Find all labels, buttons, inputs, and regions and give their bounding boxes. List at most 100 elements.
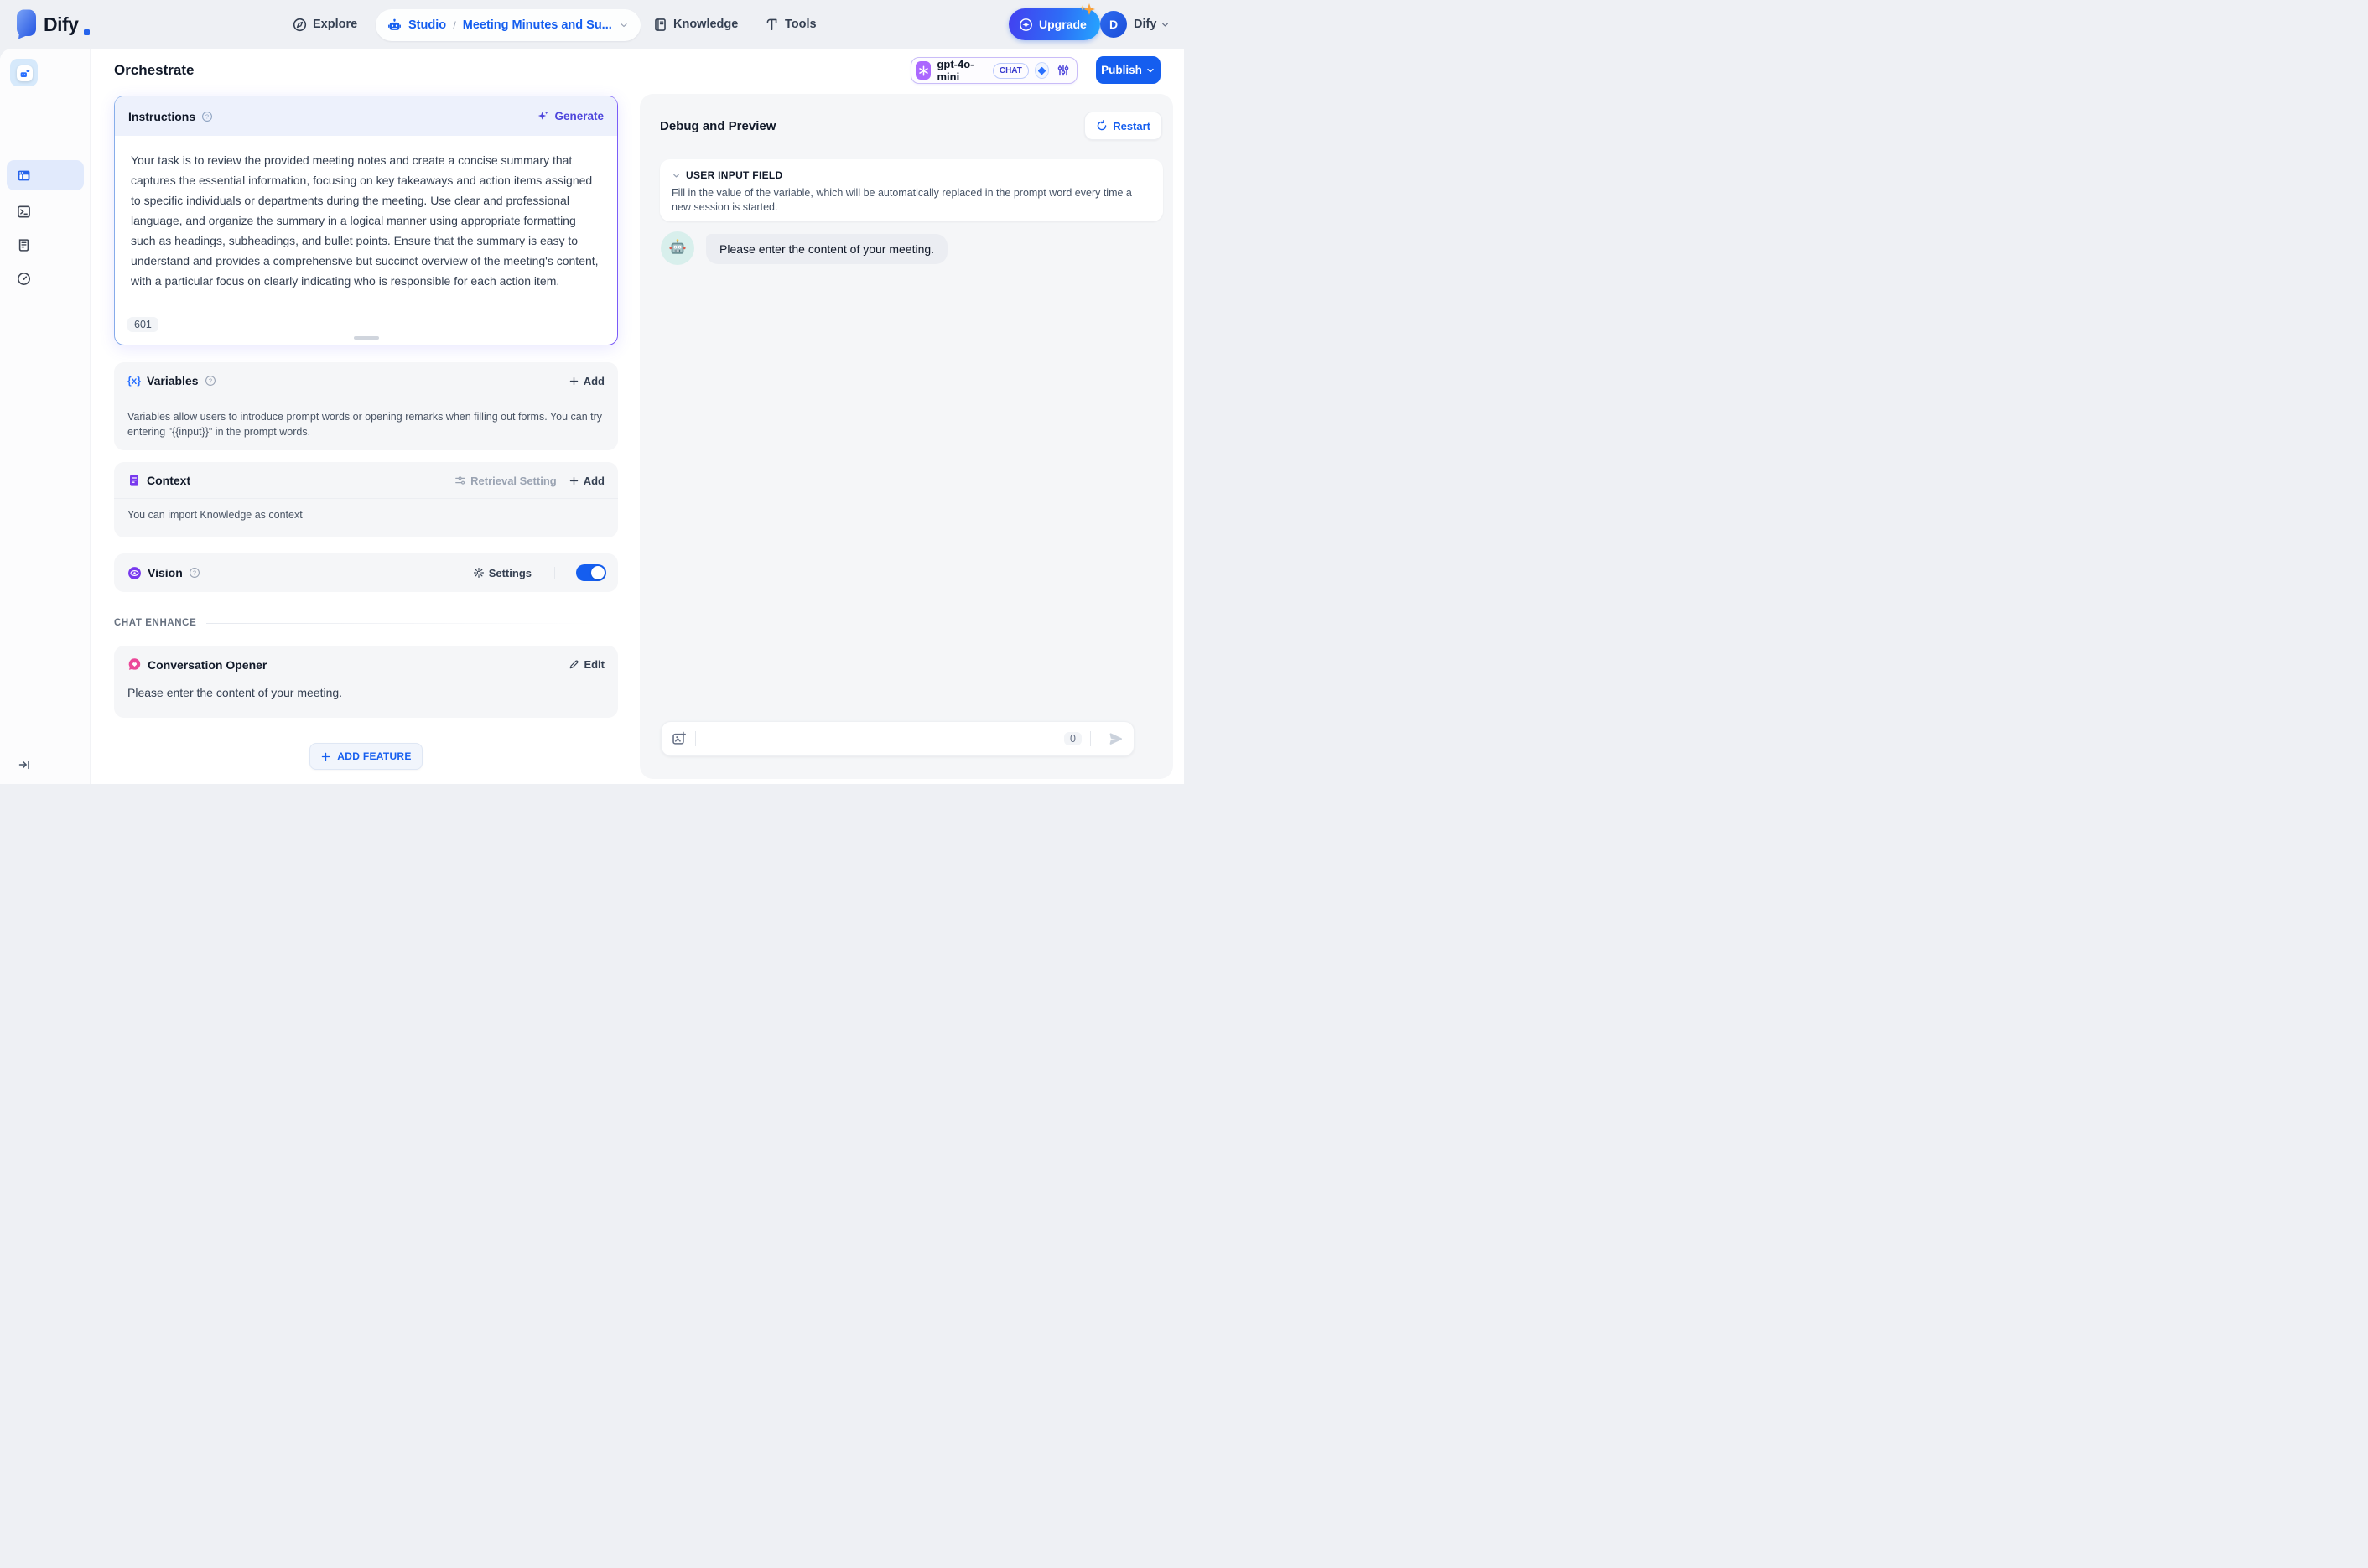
- add-feature-button[interactable]: ADD FEATURE: [309, 743, 423, 770]
- retrieval-setting-button[interactable]: Retrieval Setting: [454, 475, 557, 487]
- nav-explore-label: Explore: [313, 18, 358, 31]
- send-button[interactable]: [1108, 731, 1124, 747]
- restart-label: Restart: [1113, 119, 1150, 132]
- nav-knowledge[interactable]: Knowledge: [653, 0, 738, 49]
- variables-panel: {x} Variables ? Add Variables allow user…: [114, 362, 618, 450]
- add-context-button[interactable]: Add: [569, 475, 605, 487]
- publish-label: Publish: [1101, 64, 1142, 76]
- chevron-down-icon: [1161, 20, 1170, 29]
- model-params-icon[interactable]: [1057, 64, 1070, 77]
- app-sidebar: [0, 49, 91, 784]
- input-char-count: 0: [1064, 732, 1082, 745]
- context-panel: Context Retrieval Setting Add You can im…: [114, 462, 618, 537]
- edit-label: Edit: [584, 658, 605, 671]
- chat-bubble-heart-icon: [127, 657, 142, 672]
- chevron-down-icon: [673, 174, 679, 177]
- sidebar-item-logs[interactable]: [7, 230, 84, 260]
- window-icon: [17, 169, 31, 183]
- sidebar-expand-icon[interactable]: [15, 755, 34, 774]
- publish-button[interactable]: Publish: [1096, 56, 1161, 84]
- divider: [554, 566, 555, 579]
- restart-button[interactable]: Restart: [1084, 112, 1162, 140]
- instructions-text: Your task is to review the provided meet…: [131, 153, 599, 288]
- dify-logo-icon: [17, 9, 36, 39]
- plus-icon: [569, 476, 578, 485]
- page-title: Orchestrate: [114, 62, 195, 78]
- chat-enhance-section: CHAT ENHANCE: [114, 618, 618, 628]
- user-input-field-header[interactable]: USER INPUT FIELD: [672, 169, 1151, 181]
- breadcrumb-studio[interactable]: Studio: [408, 18, 446, 32]
- top-navbar: Dify Explore Studio / Meeting Minutes an…: [0, 0, 1184, 49]
- dify-app-orchestrate-page: Dify Explore Studio / Meeting Minutes an…: [0, 0, 1184, 784]
- sidebar-item-orchestrate[interactable]: [7, 160, 84, 190]
- send-icon: [1109, 732, 1123, 745]
- sidebar-item-monitoring[interactable]: [7, 263, 84, 293]
- openai-icon: [916, 61, 932, 80]
- user-input-field-title: USER INPUT FIELD: [686, 169, 783, 181]
- add-variable-button[interactable]: Add: [569, 375, 605, 387]
- sidebar-item-api[interactable]: [7, 196, 84, 226]
- help-icon[interactable]: ?: [201, 111, 213, 122]
- chevron-down-icon[interactable]: [619, 20, 629, 30]
- svg-text:?: ?: [208, 377, 211, 385]
- context-title: Context: [147, 474, 191, 487]
- context-description: You can import Knowledge as context: [127, 509, 303, 521]
- gauge-icon: [17, 272, 31, 286]
- vision-settings-label: Settings: [488, 566, 532, 579]
- user-input-field-description: Fill in the value of the variable, which…: [672, 187, 1132, 213]
- add-label: Add: [583, 374, 605, 387]
- sparkle-icon: [538, 111, 548, 120]
- model-selector[interactable]: gpt-4o-mini CHAT: [911, 57, 1078, 84]
- pencil-icon: [570, 660, 579, 669]
- plus-icon: [322, 752, 330, 761]
- account-menu[interactable]: Dify: [1134, 0, 1170, 49]
- add-label: Add: [583, 474, 605, 487]
- vision-toggle[interactable]: [576, 564, 606, 581]
- edit-opener-button[interactable]: Edit: [569, 658, 605, 671]
- gear-icon: [473, 567, 484, 579]
- breadcrumb-separator: /: [453, 18, 456, 32]
- nav-tools[interactable]: Tools: [765, 0, 817, 49]
- debug-preview-panel: Debug and Preview Restart USER INPUT FIE…: [640, 94, 1173, 779]
- chat-input[interactable]: 0: [661, 721, 1135, 756]
- assistant-message-bubble: Please enter the content of your meeting…: [706, 234, 948, 264]
- compass-icon: [293, 18, 307, 32]
- chat-message-input[interactable]: [704, 732, 1065, 745]
- instructions-editor[interactable]: Your task is to review the provided meet…: [115, 136, 617, 343]
- logo-text: Dify: [44, 13, 79, 35]
- eye-icon: [127, 566, 142, 580]
- variables-title: Variables: [147, 374, 199, 387]
- help-icon[interactable]: ?: [205, 375, 216, 387]
- opener-text: Please enter the content of your meeting…: [127, 686, 343, 699]
- vision-settings-button[interactable]: Settings: [473, 567, 532, 579]
- book-icon: [653, 18, 667, 32]
- bot-avatar: [661, 231, 694, 265]
- generate-button[interactable]: Generate: [537, 110, 604, 122]
- chat-enhance-label: CHAT ENHANCE: [114, 618, 197, 628]
- chevron-down-icon: [1147, 68, 1154, 72]
- help-icon[interactable]: ?: [189, 567, 200, 579]
- account-name: Dify: [1134, 18, 1157, 31]
- user-input-field-card: USER INPUT FIELD Fill in the value of th…: [660, 159, 1163, 221]
- logo-dot: [84, 29, 91, 35]
- dify-logo[interactable]: Dify: [15, 8, 91, 39]
- instructions-header: Instructions ? Generate: [115, 96, 617, 136]
- char-count-badge: 601: [127, 317, 158, 332]
- nav-knowledge-label: Knowledge: [673, 18, 739, 31]
- resize-handle[interactable]: [353, 336, 379, 340]
- divider: [695, 731, 696, 746]
- chatbot-badge-icon: [17, 65, 33, 81]
- generate-label: Generate: [554, 110, 604, 122]
- gem-icon: [1019, 18, 1033, 32]
- add-image-icon[interactable]: [672, 731, 687, 746]
- terminal-icon: [17, 205, 31, 219]
- diamond-icon: [1034, 62, 1049, 79]
- refresh-icon: [1097, 120, 1107, 131]
- document-icon: [127, 474, 141, 487]
- user-avatar[interactable]: D: [1100, 11, 1127, 38]
- breadcrumb: Studio / Meeting Minutes and Su...: [376, 9, 641, 41]
- model-mode-badge: CHAT: [992, 62, 1029, 79]
- breadcrumb-app-name[interactable]: Meeting Minutes and Su...: [463, 18, 612, 32]
- sparkle-icon: [1076, 2, 1098, 23]
- nav-explore[interactable]: Explore: [293, 0, 357, 49]
